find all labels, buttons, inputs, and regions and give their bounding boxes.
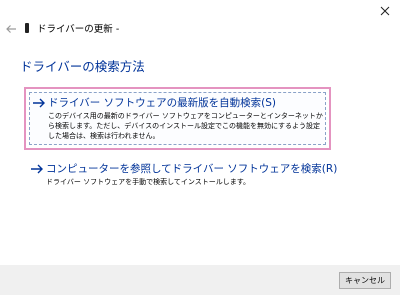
window-title: ドライバーの更新 - xyxy=(37,24,120,35)
cancel-button[interactable]: キャンセル xyxy=(339,272,391,289)
option-description: このデバイス用の最新のドライバー ソフトウェアをコンピューターとインターネットか… xyxy=(48,112,323,140)
option-title: ドライバー ソフトウェアの最新版を自動検索(S) xyxy=(48,97,276,109)
option-description: ドライバー ソフトウェアを手動で検索してインストールします。 xyxy=(46,178,251,186)
device-icon xyxy=(25,23,29,33)
search-automatically-option[interactable]: ドライバー ソフトウェアの最新版を自動検索(S) このデバイス用の最新のドライバ… xyxy=(24,87,331,150)
arrow-right-icon xyxy=(33,98,45,108)
footer-bar: キャンセル xyxy=(0,265,400,295)
back-arrow-icon[interactable] xyxy=(5,23,17,35)
page-title: ドライバーの検索方法 xyxy=(20,59,145,74)
arrow-right-icon xyxy=(31,164,43,174)
browse-computer-option[interactable]: コンピューターを参照してドライバー ソフトウェアを検索(R) ドライバー ソフト… xyxy=(24,158,337,192)
option-title: コンピューターを参照してドライバー ソフトウェアを検索(R) xyxy=(46,163,338,175)
update-driver-window: ドライバーの更新 - ドライバーの検索方法 ドライバー ソフトウェアの最新版を自… xyxy=(0,0,400,295)
close-icon xyxy=(380,6,390,16)
close-button[interactable] xyxy=(370,0,400,22)
